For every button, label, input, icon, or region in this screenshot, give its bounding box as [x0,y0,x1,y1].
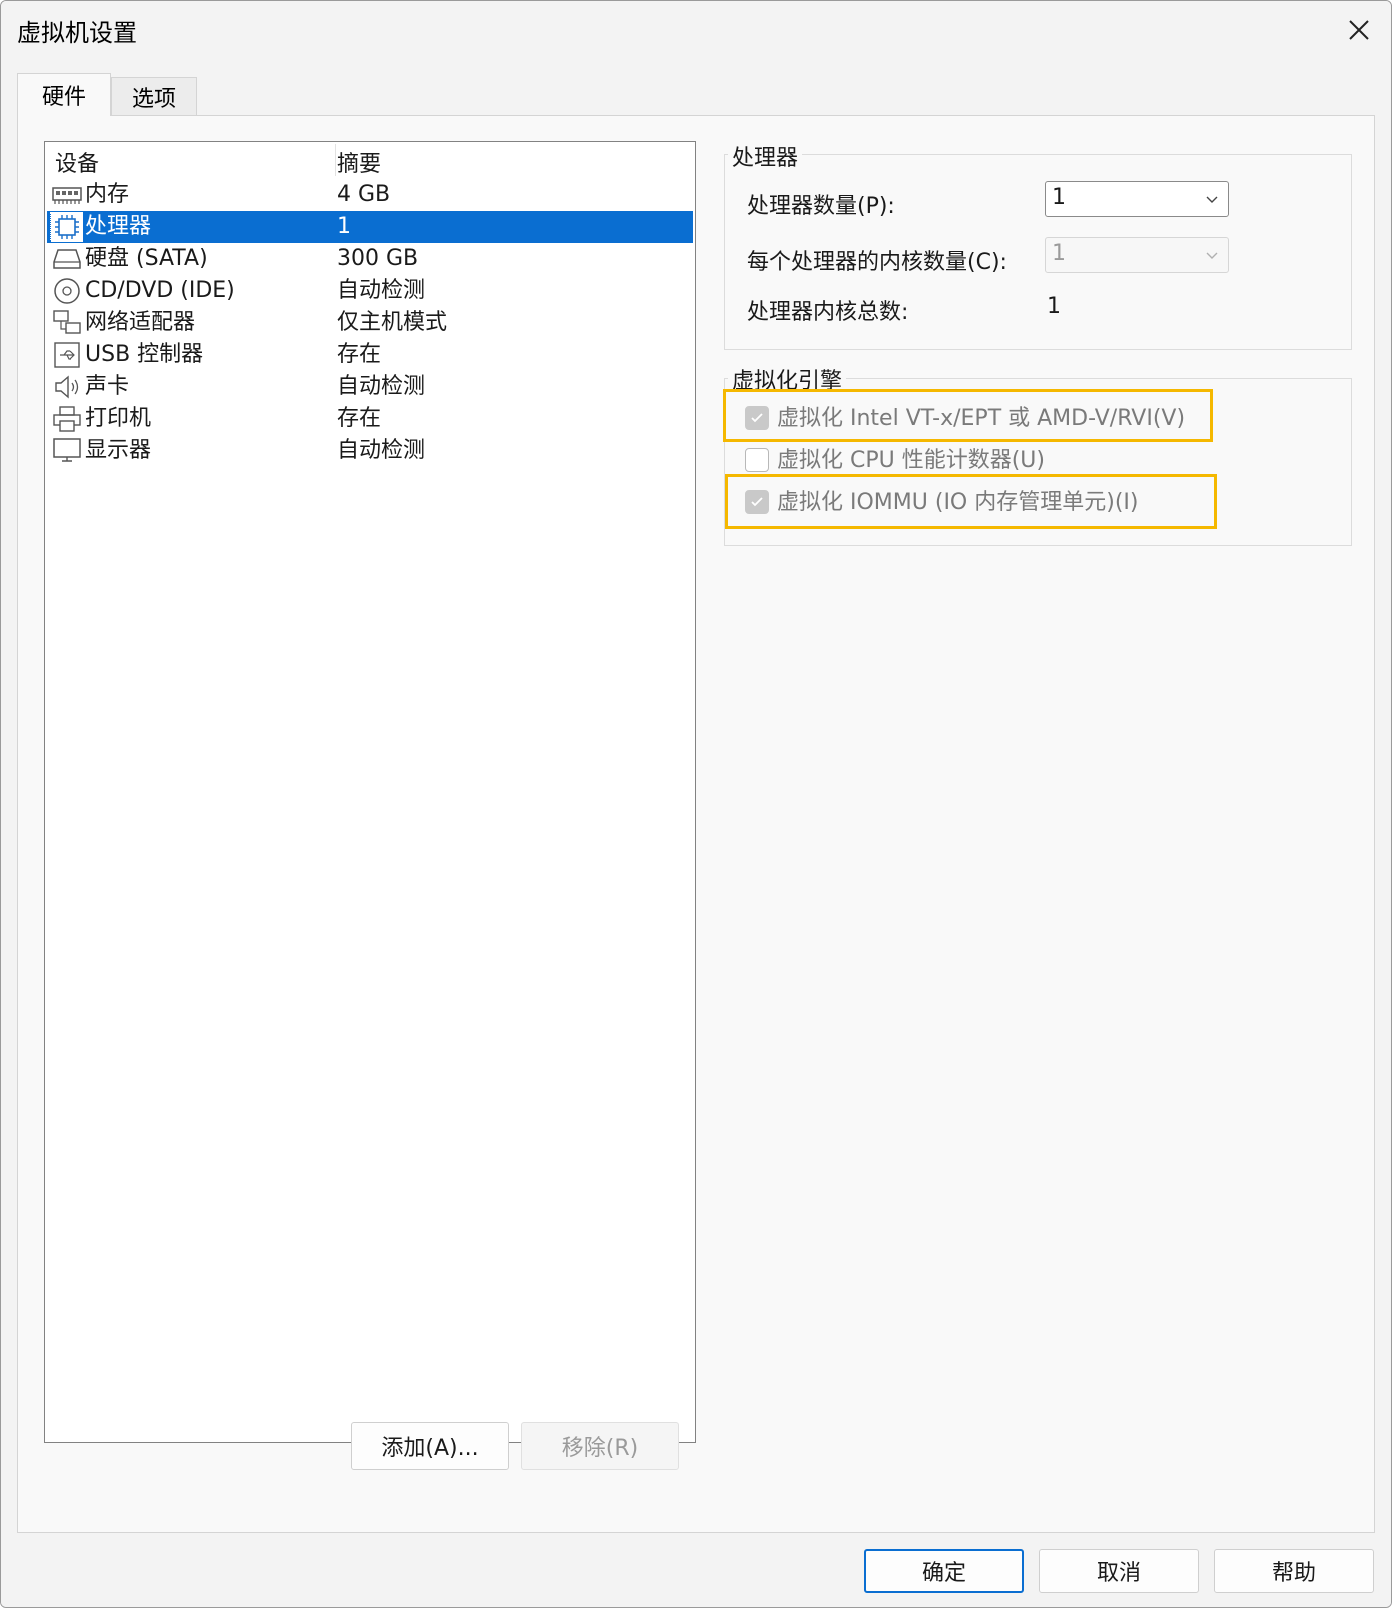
tab-hardware[interactable]: 硬件 [17,73,111,116]
device-name: 网络适配器 [85,310,196,335]
device-summary: 自动检测 [337,374,426,399]
chevron-down-icon [1206,252,1218,259]
processor-count-label: 处理器数量(P): [747,194,895,219]
virtualize-iommu-checkbox[interactable]: 虚拟化 IOMMU (IO 内存管理单元)(I) [745,488,1165,518]
hardware-tab-panel: 设备 摘要 内存 4 GB 处理器 1 硬盘 (SATA) 300 GB CD/… [17,115,1375,1533]
speaker-icon [51,372,83,402]
column-device[interactable]: 设备 [55,146,99,178]
device-row-display[interactable]: 显示器 自动检测 [47,435,693,467]
device-name: USB 控制器 [85,342,204,367]
processor-count-select[interactable]: 1 [1045,181,1229,217]
device-row-processor[interactable]: 处理器 1 [47,211,693,243]
device-row-usb-controller[interactable]: USB 控制器 存在 [47,339,693,371]
device-list[interactable]: 设备 摘要 内存 4 GB 处理器 1 硬盘 (SATA) 300 GB CD/… [44,141,696,1443]
device-summary: 1 [337,214,351,239]
checkmark-icon [751,413,763,423]
cancel-button-label: 取消 [1096,1561,1141,1586]
network-adapter-icon [51,308,83,338]
tab-options[interactable]: 选项 [111,77,197,115]
device-summary: 自动检测 [337,438,426,463]
add-device-button-label: 添加(A)... [381,1436,479,1461]
device-row-hard-disk[interactable]: 硬盘 (SATA) 300 GB [47,243,693,275]
hard-disk-icon [51,244,83,274]
checkmark-icon [751,497,763,507]
device-row-cd-dvd[interactable]: CD/DVD (IDE) 自动检测 [47,275,693,307]
ok-button-label: 确定 [921,1561,966,1586]
cd-dvd-icon [51,276,83,306]
chevron-down-icon [1206,196,1218,203]
close-icon [1349,20,1369,40]
virtualize-iommu-label: 虚拟化 IOMMU (IO 内存管理单元)(I) [777,490,1139,515]
total-cores-label: 处理器内核总数: [747,300,909,325]
device-summary: 存在 [337,406,382,431]
printer-icon [51,404,83,434]
close-button[interactable] [1327,1,1391,59]
remove-device-button-label: 移除(R) [561,1436,639,1461]
device-name: 硬盘 (SATA) [85,246,208,271]
device-name: 打印机 [85,406,152,431]
virtualize-vtx-checkbox[interactable]: 虚拟化 Intel VT-x/EPT 或 AMD-V/RVI(V) [745,404,1185,434]
device-row-memory[interactable]: 内存 4 GB [47,179,693,211]
column-summary[interactable]: 摘要 [337,146,381,178]
usb-icon [51,340,83,370]
checkbox-box[interactable] [745,406,769,430]
column-divider[interactable] [335,144,336,176]
monitor-icon [51,436,83,466]
tab-hardware-label: 硬件 [41,85,86,110]
virtualize-cpu-counters-checkbox[interactable]: 虚拟化 CPU 性能计数器(U) [745,446,1055,476]
window-title: 虚拟机设置 [17,19,137,47]
vm-settings-dialog: 虚拟机设置 硬件 选项 设备 摘要 内存 4 GB 处理器 1 硬盘 (SATA… [0,0,1392,1608]
device-row-network-adapter[interactable]: 网络适配器 仅主机模式 [47,307,693,339]
device-summary: 仅主机模式 [337,310,448,335]
cores-per-processor-label: 每个处理器的内核数量(C): [747,250,1007,275]
cancel-button[interactable]: 取消 [1039,1549,1199,1593]
device-row-sound-card[interactable]: 声卡 自动检测 [47,371,693,403]
checkbox-box[interactable] [745,490,769,514]
virtualize-vtx-label: 虚拟化 Intel VT-x/EPT 或 AMD-V/RVI(V) [777,406,1186,431]
total-cores-value: 1 [1047,294,1061,319]
virtualize-cpu-counters-label: 虚拟化 CPU 性能计数器(U) [777,448,1045,473]
checkbox-box[interactable] [745,448,769,472]
processor-group-title: 处理器 [728,140,803,172]
processor-count-value: 1 [1052,185,1066,210]
help-button[interactable]: 帮助 [1214,1549,1374,1593]
device-name: 处理器 [85,214,152,239]
device-name: 内存 [85,182,130,207]
virtualization-engine-title: 虚拟化引擎 [728,363,847,395]
ok-button[interactable]: 确定 [864,1549,1024,1593]
help-button-label: 帮助 [1271,1561,1316,1586]
tab-options-label: 选项 [131,86,176,112]
list-header: 设备 摘要 [45,142,695,178]
cores-per-processor-value: 1 [1052,241,1066,266]
add-device-button[interactable]: 添加(A)... [351,1422,509,1470]
remove-device-button[interactable]: 移除(R) [521,1422,679,1470]
device-name: 声卡 [85,374,130,399]
memory-icon [51,180,83,210]
device-summary: 存在 [337,342,382,367]
device-summary: 4 GB [337,182,391,207]
device-name: CD/DVD (IDE) [85,278,235,303]
device-summary: 自动检测 [337,278,426,303]
focus-indicator [50,212,80,240]
device-summary: 300 GB [337,246,419,271]
cores-per-processor-select[interactable]: 1 [1045,237,1229,273]
device-row-printer[interactable]: 打印机 存在 [47,403,693,435]
title-bar: 虚拟机设置 [1,1,1391,59]
device-name: 显示器 [85,438,152,463]
